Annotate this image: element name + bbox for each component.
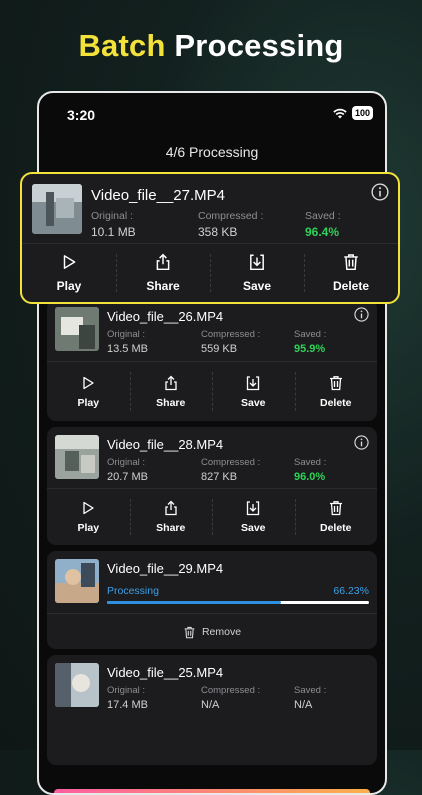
save-button[interactable]: Save (210, 244, 304, 302)
file-name: Video_file__29.MP4 (107, 561, 224, 576)
processing-label: Processing (107, 585, 159, 597)
video-thumbnail (32, 184, 82, 234)
saved-percent: Saved :96.4% (305, 210, 341, 239)
remove-button[interactable]: Remove (47, 617, 377, 647)
download-icon (250, 254, 264, 271)
play-icon (83, 376, 94, 389)
compressed-size: Compressed :827 KB (201, 457, 261, 483)
trash-icon (184, 626, 195, 638)
download-icon (247, 501, 260, 516)
status-icons: 100 (333, 106, 373, 120)
compressed-size: Compressed : N/A (201, 685, 261, 711)
video-card[interactable]: Video_file__28.MP4 Original :20.7 MB Com… (47, 427, 377, 545)
share-button[interactable]: Share (116, 244, 210, 302)
headline-processing: Processing (174, 28, 344, 63)
save-button[interactable]: Save (212, 362, 295, 421)
original-size: Original :17.4 MB (107, 685, 148, 711)
progress-fill (107, 601, 281, 604)
progress-bar (107, 601, 369, 604)
trash-icon (329, 501, 342, 516)
file-name: Video_file__25.MP4 (107, 665, 224, 680)
delete-button[interactable]: Delete (304, 244, 398, 302)
trash-icon (329, 375, 342, 390)
video-thumbnail (55, 663, 99, 707)
video-card[interactable]: Video_file__26.MP4 Original :13.5 MB Com… (47, 299, 377, 421)
video-card[interactable]: Video_file__25.MP4 Original :17.4 MB Com… (47, 655, 377, 765)
download-icon (247, 375, 260, 390)
headline: Batch Processing (0, 28, 422, 64)
file-name: Video_file__28.MP4 (107, 437, 224, 452)
play-button[interactable]: Play (47, 362, 130, 421)
compressed-size: Compressed :559 KB (201, 329, 261, 355)
share-button[interactable]: Share (129, 362, 213, 421)
video-thumbnail (55, 559, 99, 603)
save-button[interactable]: Save (212, 489, 295, 545)
original-size: Original :20.7 MB (107, 457, 148, 483)
play-button[interactable]: Play (22, 244, 116, 302)
share-icon (156, 253, 170, 271)
wifi-icon (333, 108, 347, 118)
delete-button[interactable]: Delete (294, 489, 378, 545)
battery-indicator: 100 (351, 106, 373, 120)
video-thumbnail (55, 307, 99, 351)
headline-batch: Batch (78, 28, 166, 63)
play-icon (83, 501, 94, 515)
bottom-action-bar[interactable] (54, 789, 370, 793)
info-icon[interactable] (354, 435, 369, 450)
share-icon (165, 500, 177, 516)
share-icon (165, 375, 177, 390)
file-name: Video_file__27.MP4 (91, 187, 225, 204)
progress-percent: 66.23% (333, 585, 369, 597)
play-button[interactable]: Play (47, 489, 130, 545)
compressed-size: Compressed :358 KB (198, 210, 264, 239)
original-size: Original :13.5 MB (107, 329, 148, 355)
video-thumbnail (55, 435, 99, 479)
status-time: 3:20 (67, 107, 96, 123)
highlighted-video-card[interactable]: Video_file__27.MP4 Original :10.1 MB Com… (20, 172, 400, 304)
trash-icon (344, 254, 358, 271)
saved-percent: Saved :96.0% (294, 457, 327, 483)
info-icon[interactable] (354, 307, 369, 322)
processing-card: Video_file__29.MP4 Processing 66.23% Rem… (47, 551, 377, 649)
share-button[interactable]: Share (129, 489, 213, 545)
file-name: Video_file__26.MP4 (107, 309, 224, 324)
saved-percent: Saved : N/A (294, 685, 327, 711)
play-icon (63, 255, 76, 269)
screen-title: 4/6 Processing (165, 144, 259, 160)
info-icon[interactable] (371, 183, 389, 201)
delete-button[interactable]: Delete (294, 362, 378, 421)
saved-percent: Saved :95.9% (294, 329, 327, 355)
original-size: Original :10.1 MB (91, 210, 136, 239)
